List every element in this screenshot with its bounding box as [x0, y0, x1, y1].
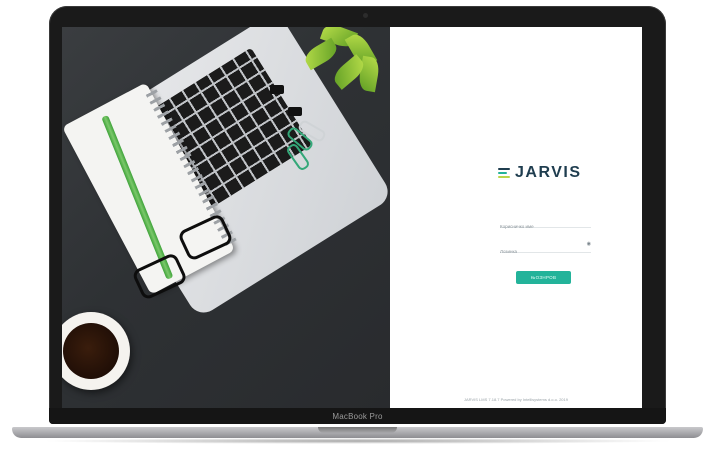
laptop-shadow — [40, 438, 675, 444]
username-field — [500, 215, 591, 232]
login-panel: JARVIS ◉ ЊОЗНРОВ JARVIS LMS 7.18.7 Power… — [390, 27, 642, 408]
password-input[interactable] — [500, 246, 591, 257]
footer-text: JARVIS LMS 7.18.7 Powered by Intellisyst… — [464, 397, 568, 402]
webcam-icon — [363, 13, 368, 18]
model-label: MacBook Pro — [332, 412, 383, 421]
brand-logo-icon — [498, 167, 512, 179]
photo-coffee-cup — [62, 312, 130, 390]
eye-icon[interactable]: ◉ — [587, 242, 591, 247]
laptop-base-notch — [318, 427, 397, 433]
desk-photo — [62, 27, 390, 408]
password-field: ◉ — [500, 240, 591, 257]
brand-logo: JARVIS — [498, 164, 582, 182]
brand-name: JARVIS — [515, 164, 582, 181]
photo-plant — [282, 27, 390, 97]
photo-binder-clip — [270, 85, 284, 94]
username-input[interactable] — [500, 221, 591, 232]
laptop-mockup: JARVIS ◉ ЊОЗНРОВ JARVIS LMS 7.18.7 Power… — [0, 0, 715, 451]
photo-binder-clip — [288, 107, 302, 116]
login-button[interactable]: ЊОЗНРОВ — [516, 271, 571, 284]
laptop-screen: JARVIS ◉ ЊОЗНРОВ JARVIS LMS 7.18.7 Power… — [62, 27, 642, 408]
